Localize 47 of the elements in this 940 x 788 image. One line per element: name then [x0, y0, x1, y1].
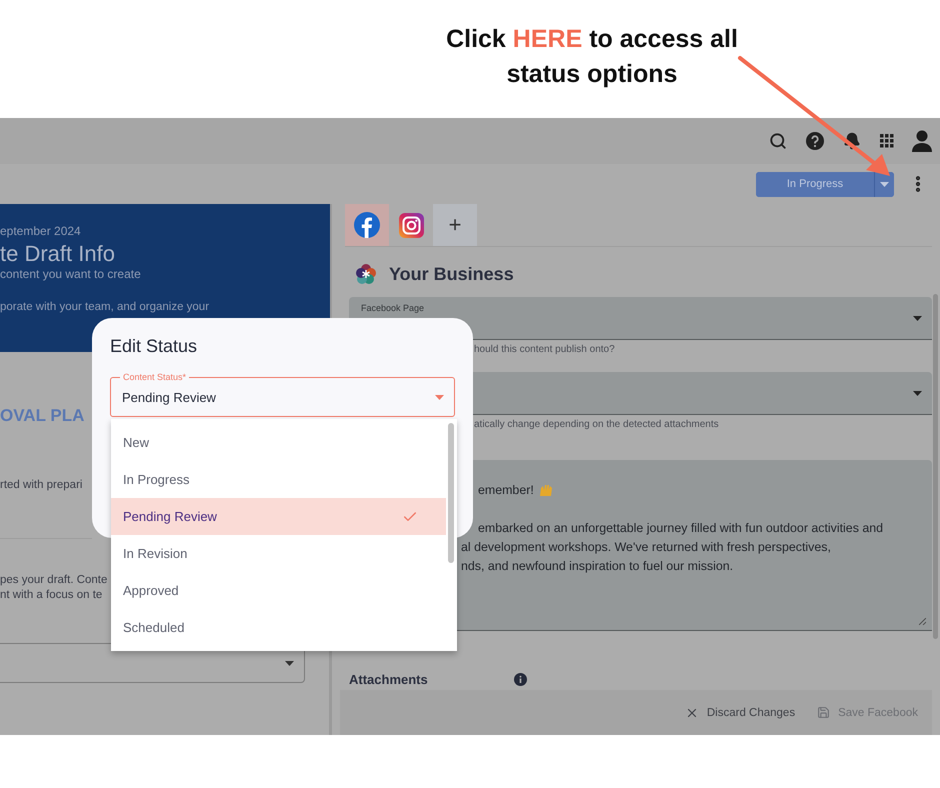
banner-date: eptember 2024 [0, 224, 82, 238]
scrollbar[interactable] [933, 294, 938, 639]
caret-icon [435, 394, 444, 400]
banner-subtitle: content you want to create [0, 267, 142, 281]
message-line: al development workshops. We've returned with fresh perspectives, [461, 539, 832, 556]
discard-changes-button[interactable]: Discard Changes [684, 706, 796, 720]
platform-tab[interactable] [345, 204, 389, 246]
help-icon[interactable] [806, 132, 824, 150]
facebook-logo-icon [354, 212, 380, 238]
attachments-label: Attachments [349, 672, 428, 687]
info-icon[interactable] [514, 673, 527, 686]
facebook-page-field[interactable]: Facebook Page [349, 297, 932, 340]
resize-handle-icon [919, 618, 926, 625]
business-logo-icon [355, 263, 377, 285]
status-dropdown-button[interactable] [874, 172, 894, 196]
caret-icon [285, 660, 294, 666]
caret-icon [880, 182, 889, 186]
banner-text: porate with your team, and organize your [0, 301, 210, 313]
banner-title: te Draft Info [0, 241, 116, 267]
field-label: Facebook Page [361, 303, 424, 313]
intro-text: rted with prepari [0, 478, 82, 493]
status-option[interactable]: New [111, 424, 446, 461]
business-name: Your Business [389, 264, 514, 284]
status-option[interactable]: Pending Review [111, 498, 446, 535]
message-line: emember! [478, 481, 932, 499]
message-line: nds, and newfound inspiration to fuel our mission. [461, 558, 734, 575]
status-option[interactable]: Approved [111, 572, 446, 609]
status-option[interactable]: Scheduled [111, 609, 446, 646]
apps-grid-icon[interactable] [880, 134, 894, 148]
caret-icon [913, 316, 922, 320]
message-line: embarked on an unforgettable journey filled with fun outdoor activities and [478, 520, 884, 537]
helper-text: atically change depending on the detected attachments [474, 419, 720, 430]
user-avatar-icon[interactable] [912, 130, 932, 152]
caret-icon [913, 390, 922, 396]
search-icon[interactable] [768, 131, 788, 151]
field-label: Content Status* [120, 372, 190, 383]
section-heading: OVAL PLA [0, 406, 84, 426]
helper-text: hould this content publish onto? [474, 344, 616, 355]
bell-icon[interactable] [842, 131, 862, 151]
status-option[interactable]: In Progress [111, 461, 446, 498]
annotation-text: Click HERE to access all status options [445, 24, 739, 90]
dialog-title: Edit Status [110, 336, 198, 357]
description-text: pes your draft. Conte nt with a focus on te [0, 573, 108, 603]
add-tab[interactable]: + [433, 204, 477, 246]
instagram-logo-icon [398, 212, 424, 238]
status-option[interactable]: In Revision [111, 535, 446, 572]
scrollbar[interactable] [448, 423, 454, 563]
